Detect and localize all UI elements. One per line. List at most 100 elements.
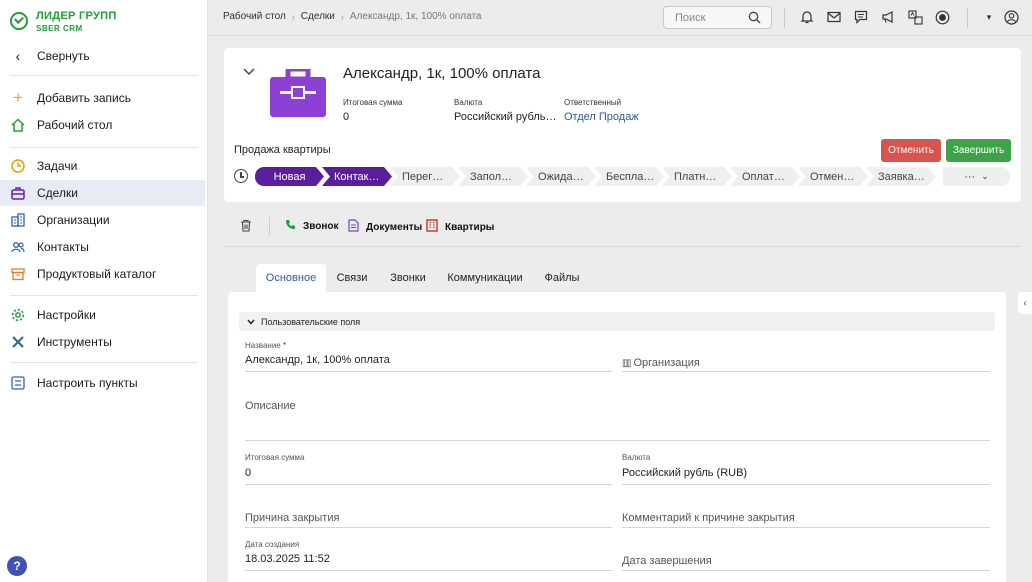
stage-pipeline: Новая Контак… Перег… Запол… Ожида… Беспла… Пла… xyxy=(255,167,934,186)
stage-0[interactable]: Новая xyxy=(255,167,324,186)
sidebar-item-deals[interactable]: Сделки xyxy=(0,180,205,206)
sidebar-item-tasks[interactable]: Задачи xyxy=(0,153,205,179)
stage-1[interactable]: Контак… xyxy=(322,167,392,186)
tab-links[interactable]: Связи xyxy=(330,264,374,292)
deal-form xyxy=(228,292,1006,582)
tab-communications[interactable]: Коммуникации xyxy=(444,264,526,292)
currency-field[interactable]: Российский рубль (RUB) xyxy=(622,467,747,479)
sidebar-item-contacts[interactable]: Контакты xyxy=(0,234,205,260)
chevron-left-icon: ‹ xyxy=(15,48,21,64)
flats-button[interactable]: Квартиры xyxy=(426,219,494,235)
name-field[interactable]: Александр, 1к, 100% оплата xyxy=(245,354,390,366)
created-field[interactable]: 18.03.2025 11:52 xyxy=(245,553,330,565)
divider xyxy=(784,8,785,28)
stage-8[interactable]: Отмен… xyxy=(798,167,868,186)
required-mark: * xyxy=(282,341,287,350)
section-custom-fields[interactable]: Пользовательские поля xyxy=(239,312,995,331)
documents-button[interactable]: Документы xyxy=(348,219,422,235)
organization-label: Организация xyxy=(633,357,700,369)
call-button[interactable]: Звонок xyxy=(285,219,339,233)
sidebar-item-desktop[interactable]: Рабочий стол xyxy=(0,112,205,138)
status-icon[interactable] xyxy=(934,9,950,25)
topbar: Рабочий стол › Сделки › Александр, 1к, 1… xyxy=(209,0,1032,36)
building-icon: ▥ xyxy=(622,358,632,369)
breadcrumb-current: Александр, 1к, 100% оплата xyxy=(349,11,482,22)
brand-logo[interactable]: ЛИДЕР ГРУПП SBER CRM xyxy=(10,6,117,36)
close-comment-field[interactable]: Комментарий к причине закрытия xyxy=(622,512,795,524)
delete-button[interactable] xyxy=(240,219,259,235)
call-label: Звонок xyxy=(303,220,339,232)
sidebar-item-label: Организации xyxy=(37,213,110,227)
gear-icon xyxy=(10,307,26,323)
total-field[interactable]: 0 xyxy=(245,467,251,479)
deal-briefcase-icon xyxy=(270,66,326,117)
total-field-underline xyxy=(245,484,612,485)
description-field[interactable]: Описание xyxy=(245,400,296,412)
cancel-button[interactable]: Отменить xyxy=(881,139,941,162)
sidebar-item-label: Сделки xyxy=(37,186,78,200)
sidebar-item-organizations[interactable]: Организации xyxy=(0,207,205,233)
search-placeholder: Поиск xyxy=(675,11,706,24)
sber-logo-icon xyxy=(10,12,28,30)
finished-field[interactable]: Дата завершения xyxy=(622,555,712,567)
close-reason-underline xyxy=(245,527,612,528)
section-title: Пользовательские поля xyxy=(261,316,361,327)
sidebar-item-settings[interactable]: Настройки xyxy=(0,302,205,328)
stage-3[interactable]: Запол… xyxy=(458,167,528,186)
building-icon xyxy=(10,212,26,228)
finish-button[interactable]: Завершить xyxy=(946,139,1011,162)
stage-9[interactable]: Заявка… xyxy=(866,167,936,186)
sidebar-item-product-catalog[interactable]: Продуктовый каталог xyxy=(0,261,205,287)
collapse-panel-chevron-left-icon[interactable]: ‹ xyxy=(1018,292,1032,314)
sidebar-collapse[interactable]: ‹ Свернуть xyxy=(0,43,205,69)
total-label: Итоговая сумма xyxy=(343,98,403,107)
divider xyxy=(10,295,198,296)
mail-icon[interactable] xyxy=(826,9,842,25)
stage-4[interactable]: Ожида… xyxy=(526,167,596,186)
stage-2[interactable]: Перег… xyxy=(390,167,460,186)
megaphone-icon[interactable] xyxy=(880,9,896,25)
divider xyxy=(967,8,968,28)
owner-link[interactable]: Отдел Продаж xyxy=(564,111,639,123)
briefcase-icon xyxy=(10,185,26,201)
created-field-underline xyxy=(245,570,612,571)
close-comment-underline xyxy=(622,527,990,528)
stage-more-button[interactable]: ··· ⌄ xyxy=(943,167,1010,186)
sidebar-item-label: Инструменты xyxy=(37,335,112,349)
tab-calls[interactable]: Звонки xyxy=(383,264,433,292)
stage-7[interactable]: Оплат… xyxy=(730,167,800,186)
chat-icon[interactable] xyxy=(853,9,869,25)
sidebar: ЛИДЕР ГРУПП SBER CRM ‹ Свернуть + Добави… xyxy=(0,0,208,582)
breadcrumb-desktop[interactable]: Рабочий стол xyxy=(223,11,286,22)
bell-icon[interactable] xyxy=(799,9,815,25)
stage-5[interactable]: Беспла… xyxy=(594,167,664,186)
sidebar-item-label: Рабочий стол xyxy=(37,118,113,132)
stage-6[interactable]: Платн… xyxy=(662,167,732,186)
help-button[interactable]: ? xyxy=(7,556,27,576)
created-field-label: Дата создания xyxy=(245,540,300,549)
user-avatar-icon[interactable] xyxy=(1003,9,1019,25)
total-field-label: Итоговая сумма xyxy=(245,453,305,462)
divider xyxy=(10,362,198,363)
stage-history-clock-icon[interactable] xyxy=(234,169,248,183)
breadcrumb-deals[interactable]: Сделки xyxy=(301,11,335,22)
organization-field[interactable]: ▥ Организация xyxy=(622,357,700,369)
translate-icon[interactable] xyxy=(907,9,923,25)
total-value: 0 xyxy=(343,111,350,123)
search-input[interactable]: Поиск xyxy=(663,6,772,29)
currency-field-label: Валюта xyxy=(622,453,651,462)
close-reason-field[interactable]: Причина закрытия xyxy=(245,512,339,524)
currency-field-underline xyxy=(622,484,990,485)
collapse-header-chevron-icon[interactable] xyxy=(243,65,255,79)
caret-down-icon[interactable]: ▾ xyxy=(981,9,997,25)
deal-title: Александр, 1к, 100% оплата xyxy=(343,65,541,82)
building-icon xyxy=(426,219,438,235)
phone-icon xyxy=(285,219,296,233)
sidebar-item-tools[interactable]: Инструменты xyxy=(0,329,205,355)
sidebar-item-add-record[interactable]: + Добавить запись xyxy=(0,85,205,111)
tab-main[interactable]: Основное xyxy=(256,264,326,292)
sidebar-item-customize[interactable]: Настроить пункты xyxy=(0,370,205,396)
tab-files[interactable]: Файлы xyxy=(538,264,586,292)
search-icon[interactable] xyxy=(748,11,761,27)
currency-label: Валюта xyxy=(454,98,483,107)
